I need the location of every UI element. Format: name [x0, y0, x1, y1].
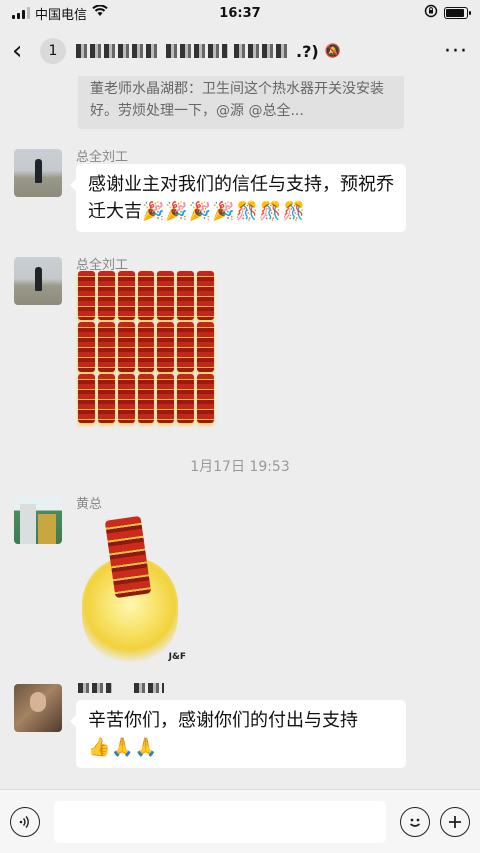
firecracker	[177, 322, 195, 372]
chat-title: .?) 🔕	[76, 42, 434, 61]
firecracker	[177, 271, 195, 321]
message-bubble[interactable]: 感谢业主对我们的信任与支持，预祝乔迁大吉🎉🎉🎉🎉🎊🎊🎊	[70, 164, 406, 232]
firecracker	[177, 373, 195, 423]
more-options-icon[interactable]: ···	[444, 39, 468, 64]
redacted-title-part	[76, 44, 160, 58]
chat-messages[interactable]: 董老师水晶湖郡：卫生间这个热水器开关没安装好。劳烦处理一下，@源 @总全... …	[0, 76, 480, 789]
signal-icon	[12, 7, 30, 19]
firecracker	[78, 322, 95, 372]
firecracker	[117, 271, 135, 321]
status-right	[424, 4, 471, 22]
firecracker	[78, 271, 95, 321]
sender-name: 黄总	[76, 497, 103, 512]
sender-name-redacted	[78, 682, 165, 697]
unread-badge[interactable]: 1	[40, 38, 66, 64]
title-suffix: .?)	[296, 41, 319, 61]
plus-icon[interactable]	[440, 806, 470, 837]
firecracker	[137, 271, 155, 321]
party-emoji: 🎉🎉🎉🎉🎊🎊🎊	[142, 201, 306, 222]
chat-header: ‹ 1 .?) 🔕 ···	[0, 26, 480, 76]
quoted-message[interactable]: 董老师水晶湖郡：卫生间这个热水器开关没安装好。劳烦处理一下，@源 @总全...	[78, 76, 404, 129]
message-text: 辛苦你们，感谢你们的付出与支持	[88, 710, 358, 731]
firecracker	[78, 373, 95, 423]
firecrackers-sticker[interactable]	[78, 271, 214, 423]
firecracker	[137, 373, 155, 423]
carrier-label: 中国电信	[35, 7, 88, 23]
firecracker	[117, 322, 135, 372]
status-left: 中国电信	[12, 4, 108, 23]
firecracker	[197, 271, 214, 321]
firecracker	[97, 271, 115, 321]
redacted-title-part	[166, 44, 228, 58]
message-input[interactable]	[54, 800, 386, 843]
sticker-logo: J&F	[168, 652, 186, 662]
firecracker	[137, 322, 155, 372]
firecracker	[97, 322, 115, 372]
battery-icon	[444, 7, 471, 19]
firecracker	[117, 373, 135, 423]
firecracker	[157, 322, 175, 372]
firecracker	[97, 373, 115, 423]
avatar[interactable]	[14, 496, 62, 544]
bell-muted-icon: 🔕	[324, 43, 341, 59]
emoji-icon[interactable]	[400, 806, 430, 837]
rotation-lock-icon	[424, 4, 438, 22]
avatar[interactable]	[14, 257, 62, 305]
firecracker-burst-sticker[interactable]: J&F	[80, 512, 186, 664]
redacted-title-part	[234, 44, 290, 58]
avatar[interactable]	[14, 684, 62, 732]
sender-name: 总全刘工	[76, 150, 129, 165]
firecracker	[157, 271, 175, 321]
voice-input-icon[interactable]	[10, 806, 40, 837]
firecracker	[157, 373, 175, 423]
thanks-emoji: 👍🙏🙏	[88, 737, 159, 758]
firecracker	[197, 322, 214, 372]
firecracker	[197, 373, 214, 423]
avatar[interactable]	[14, 149, 62, 197]
chevron-left-icon[interactable]: ‹	[12, 36, 34, 66]
status-bar: 中国电信 16:37	[0, 0, 480, 26]
message-bubble[interactable]: 辛苦你们，感谢你们的付出与支持 👍🙏🙏	[70, 700, 406, 768]
wifi-icon	[92, 4, 108, 21]
input-bar	[0, 789, 480, 853]
time-separator: 1月17日 19:53	[190, 459, 290, 475]
